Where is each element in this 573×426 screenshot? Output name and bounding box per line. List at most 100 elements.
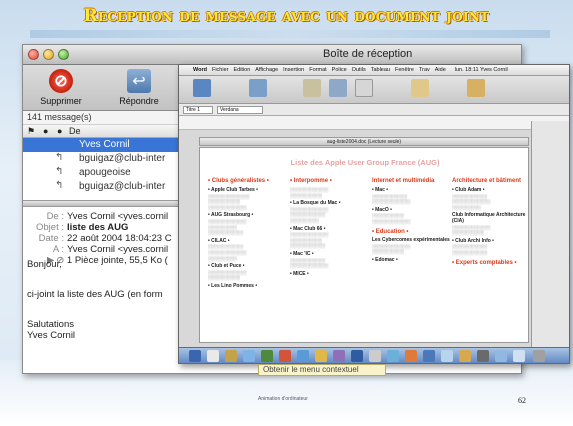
close-button[interactable]	[28, 49, 39, 60]
app-dock-icon[interactable]	[225, 350, 237, 362]
app-dock-icon[interactable]	[369, 350, 381, 362]
app-dock-icon[interactable]	[387, 350, 399, 362]
mail-dock-icon[interactable]	[243, 350, 255, 362]
word-menu-item[interactable]: Insertion	[283, 67, 304, 75]
unread-column-icon[interactable]: ●	[43, 126, 48, 136]
word-menu-item[interactable]: Tableau	[371, 67, 390, 75]
folder-icon[interactable]	[467, 79, 485, 97]
document-column: Architecture et bâtiment • Club Adam • ░…	[452, 178, 530, 266]
slide: Reception de message avec un document jo…	[0, 0, 573, 426]
minimize-button[interactable]	[43, 49, 54, 60]
word-formatting-palette[interactable]	[531, 121, 569, 351]
club-name: Les Cybercomes expérimentales	[372, 237, 450, 244]
word-menu-item[interactable]: Edition	[233, 67, 250, 75]
trash-dock-icon[interactable]	[533, 350, 545, 362]
app-dock-icon[interactable]	[423, 350, 435, 362]
app-dock-icon[interactable]	[261, 350, 273, 362]
section-heading: • Experts comptables •	[452, 259, 517, 266]
page-number: 62	[518, 396, 526, 405]
window-icon[interactable]	[329, 79, 347, 97]
from-label: De :	[46, 211, 64, 222]
delete-button[interactable]: ⊘ Supprimer	[31, 69, 91, 106]
app-dock-icon[interactable]	[513, 350, 525, 362]
club-name: • MICE •	[290, 270, 309, 277]
club-name: • Les Lino Pommes •	[208, 282, 258, 289]
mail-titlebar: Boîte de réception	[23, 45, 521, 65]
reply-button[interactable]: ↩ Répondre	[109, 69, 169, 106]
flag-column-icon[interactable]: ⚑	[27, 126, 35, 137]
column-heading: • Clubs généralistes •	[208, 178, 269, 184]
reply-label: Répondre	[119, 96, 159, 106]
text-line: ░░░░░░░░░░░░░░░░░░░░░░	[372, 213, 411, 224]
word-menu-item[interactable]: Trav	[419, 67, 430, 75]
slide-title: Reception de message avec un document jo…	[83, 6, 490, 26]
section-heading: • Education •	[372, 228, 409, 235]
font-field[interactable]: Verdana	[217, 106, 263, 114]
app-dock-icon[interactable]	[405, 350, 417, 362]
back-icon[interactable]	[249, 79, 267, 97]
word-menu-item[interactable]: Affichage	[255, 67, 278, 75]
attachment-value: 1 Pièce jointe, 55,5 Ko (	[66, 255, 168, 266]
text-line: ░░░░░░░░░░░░ ░░░░░░░░░░ ░░░░░░░░░░░	[290, 232, 329, 249]
word-menu-item[interactable]: Fichier	[212, 67, 229, 75]
word-menu-item[interactable]: Word	[193, 67, 207, 75]
to-label: A :	[52, 244, 64, 255]
app-dock-icon[interactable]	[279, 350, 291, 362]
body-closing: Salutations	[27, 319, 75, 330]
document-titlebar: aug-liste2004.doc (Lecture seule)	[199, 137, 529, 146]
title-decoration	[30, 30, 550, 38]
from-column-header[interactable]: De	[69, 126, 81, 136]
safari-dock-icon[interactable]	[297, 350, 309, 362]
date-value: 22 août 2004 18:04:23 C	[67, 233, 172, 244]
word-dock-icon[interactable]	[351, 350, 363, 362]
finder-dock-icon[interactable]	[189, 350, 201, 362]
text-line: ░░░░░░░░░░░░░░░░░░░░░░	[452, 244, 488, 255]
word-menu-item[interactable]: Fenêtre	[395, 67, 414, 75]
document-page[interactable]: Liste des Apple User Group France (AUG) …	[199, 147, 529, 343]
app-dock-icon[interactable]	[315, 350, 327, 362]
body-line: ci-joint la liste des AUG (en form	[27, 289, 163, 300]
word-menubar: Word Fichier Edition Affichage Insertion…	[179, 65, 569, 76]
word-menu-item[interactable]: Aide	[435, 67, 446, 75]
message-sender: apougeoise	[79, 167, 131, 178]
app-dock-icon[interactable]	[207, 350, 219, 362]
app-dock-icon[interactable]	[333, 350, 345, 362]
context-menu-tooltip: Obtenir le menu contextuel	[258, 364, 386, 376]
finder-icon[interactable]	[193, 79, 211, 97]
to-value[interactable]: Yves Cornil <yves.cornil	[67, 244, 168, 255]
column-heading: Architecture et bâtiment	[452, 178, 522, 184]
app-dock-icon[interactable]	[477, 350, 489, 362]
word-menu-item[interactable]: Outils	[352, 67, 366, 75]
word-window: Word Fichier Edition Affichage Insertion…	[178, 64, 570, 364]
word-menu-item[interactable]: Police	[332, 67, 347, 75]
style-field[interactable]: Titre 1	[183, 106, 213, 114]
text-line: ░░░░░░░░░░░░░░░░░░░░░░	[208, 269, 247, 281]
club-name: Club Informatique Architecture (CIA)	[452, 212, 526, 224]
word-ruler[interactable]	[179, 116, 569, 130]
app-dock-icon[interactable]	[459, 350, 471, 362]
printer-icon[interactable]	[355, 79, 373, 97]
column-heading: Internet et multimédia	[372, 178, 435, 184]
document-column: • Interpomme • ░░░░░░░░░░░░ ░░░░░░░░░░ • …	[290, 178, 368, 277]
app-dock-icon[interactable]	[495, 350, 507, 362]
from-value[interactable]: Yves Cornil <yves.cornil	[67, 211, 168, 222]
replied-column-icon[interactable]: ●	[57, 126, 62, 136]
reply-icon: ↩	[127, 69, 151, 93]
replied-icon: ↰	[55, 166, 64, 177]
word-menu-item[interactable]: Format	[309, 67, 326, 75]
word-standard-toolbar: Titre 1 Verdana	[179, 104, 569, 116]
slide-footer: Animation d'ordinateur	[258, 396, 308, 402]
pencil-icon[interactable]	[303, 79, 321, 97]
text-line: ░░░░░░░░░░░ ░░░░░░░░░░░░	[290, 257, 329, 269]
document-column: • Clubs généralistes • • Apple Club Tarb…	[208, 178, 286, 290]
zoom-button[interactable]	[58, 49, 69, 60]
mail-window-title: Boîte de réception	[323, 48, 413, 60]
app-dock-icon[interactable]	[441, 350, 453, 362]
text-line: ░░░░░░░░░░░░░░░░░░░░░░░░░░░░░░░░	[208, 218, 247, 236]
delete-label: Supprimer	[40, 96, 82, 106]
text-line: ░░░░░░░░░░░ ░░░░░░░░░░░░	[372, 193, 411, 205]
attachment-row[interactable]: ▶ ⊘ 1 Pièce jointe, 55,5 Ko (	[47, 255, 168, 266]
book-icon[interactable]	[411, 79, 429, 97]
subject-label: Objet :	[36, 222, 64, 233]
body-signature: Yves Cornil	[27, 330, 76, 341]
